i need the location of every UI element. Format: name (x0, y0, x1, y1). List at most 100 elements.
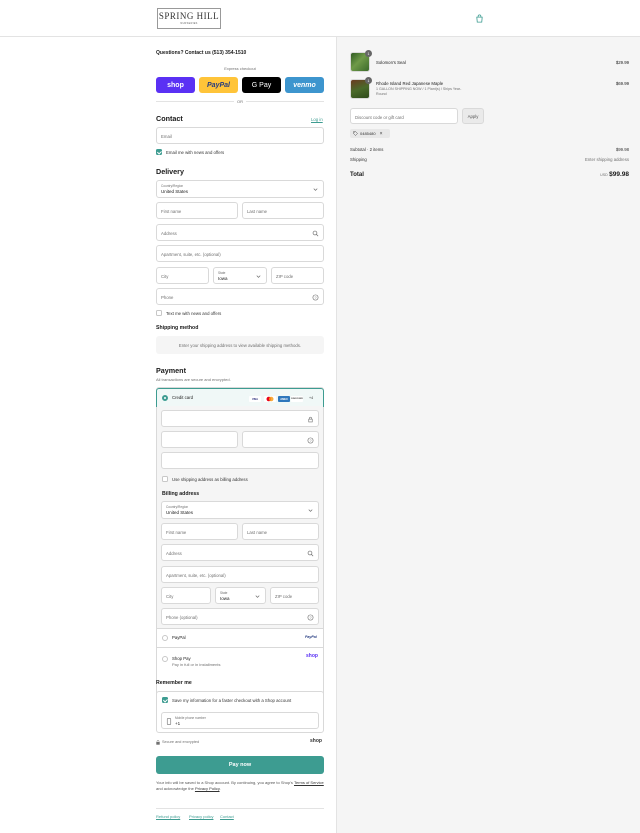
paypal-radio[interactable] (162, 635, 168, 641)
billing-state-select[interactable]: State Iowa (215, 587, 266, 604)
email-field[interactable]: Email (156, 127, 324, 144)
state-label: State (218, 270, 226, 275)
first-name-field[interactable]: First name (156, 202, 238, 219)
brand-tagline: NURSERIES (180, 22, 198, 25)
address-field[interactable]: Address (156, 224, 324, 241)
billing-country-select[interactable]: Country/Region United States (161, 501, 319, 519)
billing-last-name-field[interactable]: Last name (242, 523, 319, 540)
apartment-field[interactable]: Apartment, suite, etc. (optional) (156, 245, 324, 262)
name-on-card-field[interactable] (161, 452, 319, 469)
help-icon[interactable]: ? (307, 437, 314, 444)
shop-pay-radio[interactable] (162, 656, 168, 662)
legal-text: Your info will be saved to a Shop accoun… (156, 780, 324, 792)
discover-text: DISCOVER (291, 398, 303, 400)
paypal-option-label: PayPal (172, 635, 186, 640)
express-checkout-title: Express checkout (224, 66, 256, 71)
contact-phone-line: Questions? Contact us (513) 354-1510 (156, 50, 247, 56)
brand-name: SPRING HILL (158, 11, 220, 21)
or-separator: OR (237, 99, 243, 104)
footer-divider (156, 808, 324, 809)
venmo-label: venmo (293, 81, 316, 89)
total-value: $99.98 (609, 171, 629, 178)
sms-checkbox[interactable] (156, 310, 162, 316)
payment-heading: Payment (156, 366, 186, 375)
billing-country-label: Country/Region (166, 504, 189, 509)
shop-pay-installments: Pay in full or in installments (172, 662, 221, 667)
remember-me-heading: Remember me (156, 680, 192, 686)
footer-privacy-link[interactable]: Privacy policy (189, 814, 213, 819)
security-code-field[interactable]: ? (242, 431, 319, 448)
paypal-option[interactable]: PayPal PayPal (157, 628, 323, 647)
discount-code-field[interactable]: Discount code or gift card (350, 108, 458, 124)
discount-code-text: 0485480 (360, 131, 376, 136)
chevron-down-icon (256, 275, 261, 278)
discount-placeholder: Discount code or gift card (355, 114, 404, 120)
shipping-value: Enter shipping address (585, 157, 629, 162)
card-number-field[interactable] (161, 410, 319, 427)
footer-contact-link[interactable]: Contact (220, 814, 234, 819)
product-price: $29.99 (615, 60, 629, 65)
country-select[interactable]: Country/Region United States (156, 180, 324, 198)
footer-refund-link[interactable]: Refund policy (156, 814, 180, 819)
mastercard-icon (264, 396, 276, 402)
search-icon (307, 550, 314, 557)
more-cards-count: +4 (309, 396, 314, 400)
state-select[interactable]: State Iowa (213, 267, 267, 284)
google-pay-label: G Pay (251, 81, 272, 89)
shipping-label: Shipping (350, 157, 367, 162)
shopping-bag-icon[interactable] (475, 14, 484, 23)
billing-address-field[interactable]: Address (161, 544, 319, 561)
billing-address-placeholder: Address (166, 551, 182, 556)
discount-tag: 0485480 × (350, 129, 390, 138)
shop-pay-button[interactable]: shop (156, 77, 195, 93)
paypal-button[interactable]: PayPal (199, 77, 238, 93)
pay-now-button[interactable]: Pay now (156, 756, 324, 774)
quantity-badge: 1 (365, 50, 372, 57)
quantity-badge: 1 (365, 77, 372, 84)
save-info-checkbox[interactable] (162, 697, 168, 703)
remove-discount-icon[interactable]: × (380, 131, 383, 137)
use-shipping-checkbox[interactable] (162, 476, 168, 482)
billing-city-field[interactable]: City (161, 587, 211, 604)
svg-text:?: ? (309, 616, 311, 620)
city-placeholder: City (161, 274, 169, 279)
apply-label: Apply (467, 113, 479, 119)
phone-placeholder: Phone (161, 295, 174, 300)
shop-pay-option-label: Shop Pay (172, 656, 191, 661)
credit-card-option[interactable]: Credit card VISA AMEX DISCOVER +4 (156, 388, 324, 407)
zip-field[interactable]: ZIP code (271, 267, 324, 284)
billing-apartment-field[interactable]: Apartment, suite, etc. (optional) (161, 566, 319, 583)
city-field[interactable]: City (156, 267, 209, 284)
total-amount: USD $99.98 (559, 171, 629, 178)
billing-zip-field[interactable]: ZIP code (270, 587, 319, 604)
subtotal-value: $99.98 (615, 147, 629, 152)
mobile-phone-field[interactable]: Mobile phone number +1 (161, 712, 319, 729)
venmo-button[interactable]: venmo (285, 77, 324, 93)
brand-logo[interactable]: SPRING HILL NURSERIES (157, 8, 221, 29)
tag-icon (353, 131, 358, 136)
sms-checkbox-label: Text me with news and offers (166, 311, 222, 316)
credit-card-label: Credit card (172, 395, 194, 400)
billing-phone-field[interactable]: Phone (optional) ? (161, 608, 319, 625)
help-icon[interactable]: ? (312, 294, 319, 301)
credit-card-radio[interactable] (162, 395, 168, 401)
phone-field[interactable]: Phone ? (156, 288, 324, 305)
expiration-field[interactable] (161, 431, 238, 448)
google-pay-button[interactable]: G Pay (242, 77, 281, 93)
remember-me-box: Save my information for a faster checkou… (156, 691, 324, 733)
terms-link[interactable]: Terms of Service (294, 780, 324, 785)
svg-text:?: ? (314, 296, 316, 300)
help-icon[interactable]: ? (307, 614, 314, 621)
last-name-placeholder: Last name (247, 209, 268, 214)
chevron-down-icon (308, 509, 313, 512)
apply-button[interactable]: Apply (462, 108, 484, 124)
login-link[interactable]: Log in (311, 117, 323, 122)
billing-first-name-field[interactable]: First name (161, 523, 238, 540)
billing-heading: Billing address (162, 491, 200, 497)
news-checkbox[interactable] (156, 149, 162, 155)
chevron-down-icon (255, 595, 260, 598)
legal-text-end: . (219, 786, 221, 791)
divider-right (246, 101, 324, 102)
last-name-field[interactable]: Last name (242, 202, 324, 219)
privacy-policy-link[interactable]: Privacy Policy (195, 786, 220, 791)
